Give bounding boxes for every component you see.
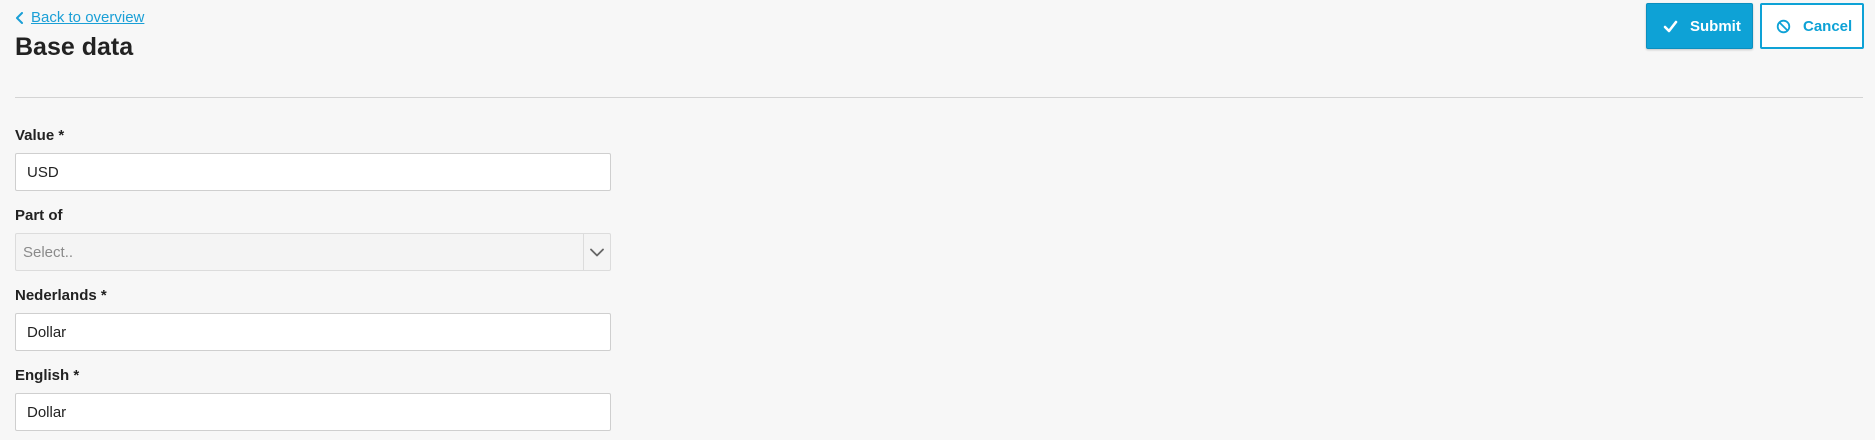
nederlands-label: Nederlands *: [15, 287, 107, 304]
part-of-placeholder: Select..: [23, 243, 74, 261]
english-input[interactable]: [15, 393, 611, 431]
cancel-button[interactable]: Cancel: [1760, 3, 1864, 49]
back-to-overview-link[interactable]: Back to overview: [15, 9, 144, 26]
check-icon: [1663, 20, 1678, 32]
page-title: Base data: [15, 33, 134, 61]
back-link-label: Back to overview: [31, 9, 145, 26]
chevron-down-icon: [590, 248, 604, 256]
nederlands-input[interactable]: [15, 313, 611, 351]
select-dropdown-toggle[interactable]: [584, 234, 610, 270]
part-of-select[interactable]: Select..: [15, 233, 611, 271]
base-data-page: Back to overview Base data Submit Cancel…: [0, 0, 1875, 440]
ban-icon: [1776, 19, 1791, 33]
part-of-label: Part of: [15, 207, 63, 224]
english-label: English *: [15, 367, 80, 384]
value-label: Value *: [15, 127, 65, 144]
chevron-left-icon: [16, 11, 23, 24]
form-actions: Submit Cancel: [1646, 3, 1864, 49]
submit-button[interactable]: Submit: [1646, 3, 1753, 49]
value-input[interactable]: [15, 153, 611, 191]
header-divider: [15, 97, 1863, 98]
submit-label: Submit: [1690, 17, 1741, 35]
cancel-label: Cancel: [1803, 17, 1853, 35]
